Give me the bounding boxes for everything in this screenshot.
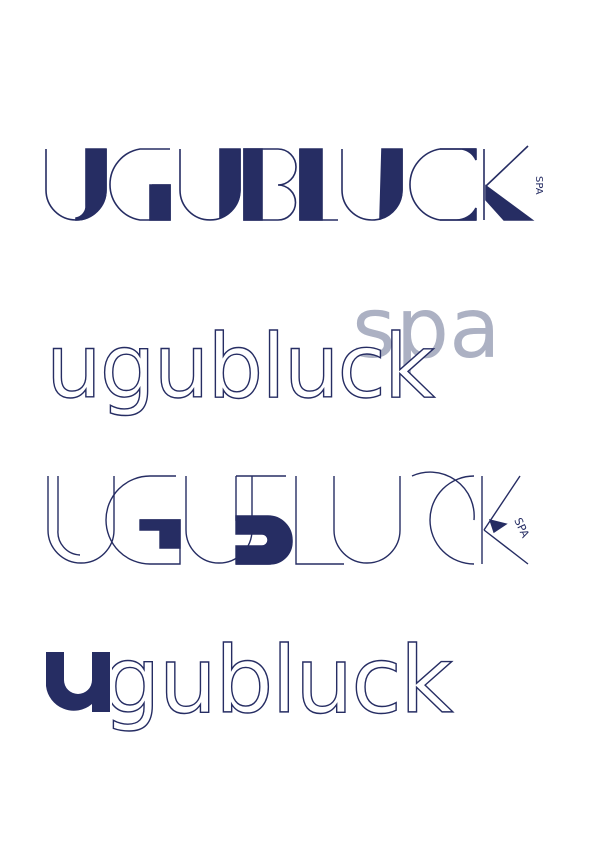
logo-sheet: SPA spa ugubluck SPA ugubluck <box>44 145 544 735</box>
logo2-wordmark: ugubluck <box>46 315 435 418</box>
logo1-letter-u2-fill <box>219 148 241 220</box>
logo3-letter-u3 <box>333 476 401 564</box>
logo3-letter-g-fill <box>139 519 181 549</box>
logo1-letter-l-fill <box>299 148 323 221</box>
logo-4-lowercase-outline: ugubluck <box>44 626 457 735</box>
logo1-letter-b-fill <box>243 148 263 221</box>
logo1-letter-c-fill <box>440 148 477 221</box>
logo3-letter-c-arc <box>411 471 475 521</box>
logo3-spa-tag: SPA <box>511 516 532 540</box>
logo1-letter-u1-fill <box>75 148 107 221</box>
logo1-letter-g-fill <box>149 184 171 221</box>
logo1-letter-c <box>409 148 476 221</box>
logo3-letter-u1-inner <box>57 476 81 556</box>
logo3-letter-c <box>429 475 475 565</box>
logo1-letter-u3-fill <box>379 148 403 221</box>
logo3-letter-k-fill <box>488 519 508 534</box>
logo-2-lowercase-outline: spa ugubluck <box>45 279 500 419</box>
logo1-letter-k-fill <box>485 184 535 221</box>
logo1-spa-tag: SPA <box>533 176 544 195</box>
logo3-letter-l <box>295 476 344 565</box>
logo-3-uppercase-lineart: SPA <box>47 471 532 565</box>
logo-1-uppercase-bold: SPA <box>45 145 544 221</box>
logo3-letter-b-fill <box>235 515 293 565</box>
